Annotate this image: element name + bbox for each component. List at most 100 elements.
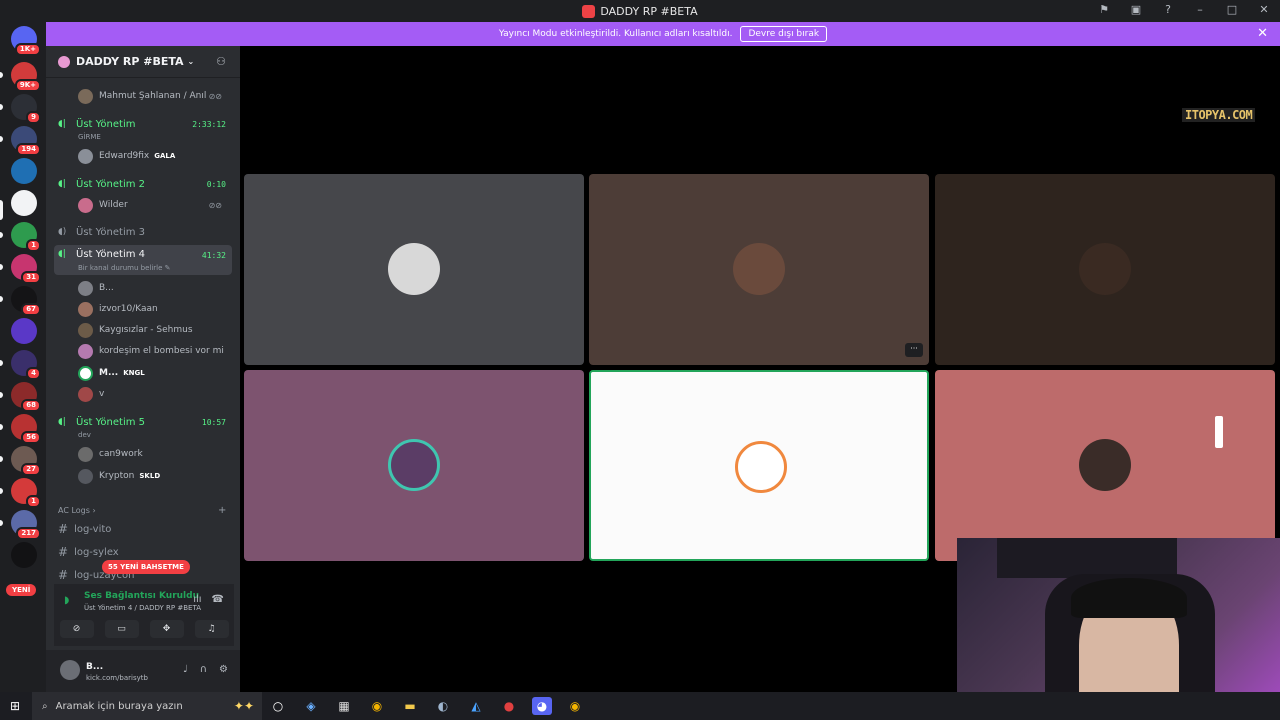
itopya-watermark: ITOPYA.COM [1182, 108, 1256, 122]
unread-pip [0, 392, 3, 398]
window-title-bar: DADDY RP #BETA ⚑ ▣ ? – □ ✕ [0, 0, 1280, 22]
avatar[interactable] [60, 660, 80, 680]
server-icon[interactable]: 4 [11, 350, 41, 380]
server-icon[interactable]: 217 [11, 510, 41, 540]
server-icon[interactable] [11, 318, 37, 344]
minimize-button[interactable]: – [1192, 3, 1208, 16]
hash-icon: # [58, 522, 69, 536]
voice-user[interactable]: Krypton SKLD [78, 467, 228, 485]
text-channel-name: log-vito [74, 523, 112, 535]
server-icon[interactable]: 31 [11, 254, 41, 284]
voice-user-name: Krypton [99, 471, 135, 481]
soundboard-button[interactable]: ♫ [194, 620, 229, 638]
noise-suppression-icon[interactable]: ılı [193, 594, 201, 605]
voice-user[interactable]: v [78, 385, 228, 403]
text-channel[interactable]: # log-sylex [58, 545, 119, 559]
chrome-icon[interactable]: ◉ [367, 697, 387, 715]
server-icon[interactable] [11, 542, 37, 568]
voice-user[interactable]: B... [78, 279, 228, 297]
voice-user[interactable]: Wilder ⊘⊘ [78, 196, 228, 214]
discord-icon[interactable]: ◕ [532, 697, 552, 715]
voice-user[interactable]: can9work [78, 445, 228, 463]
help-icon[interactable]: ? [1160, 3, 1176, 16]
voice-channel-ust-yonetim-3[interactable]: ◖) Üst Yönetim 3 [54, 222, 232, 242]
server-icon[interactable]: 9 [11, 94, 41, 124]
activities-button[interactable]: ✥ [149, 620, 184, 638]
close-banner-icon[interactable]: ✕ [1257, 26, 1268, 41]
participant-tile-speaking[interactable] [589, 370, 929, 561]
server-icon[interactable]: 68 [11, 382, 41, 412]
new-servers-pill[interactable]: YENİ [6, 584, 37, 596]
category-ac-logs[interactable]: AC Logs › + [58, 505, 226, 516]
server-icon[interactable]: 9K+ [11, 62, 41, 92]
voice-user[interactable]: Mahmut Şahlanan / Anıl ⊘⊘ [78, 87, 228, 105]
home-icon[interactable]: 1K+ [11, 26, 41, 56]
user-tag: SKLD [139, 472, 161, 480]
server-icon[interactable]: 56 [11, 414, 41, 444]
server-name: DADDY RP #BETA [76, 55, 184, 68]
voice-user-speaking[interactable]: M... KNGL [78, 364, 228, 382]
voice-user[interactable]: kordeşim el bombesi vor mi [78, 342, 228, 360]
participant-tile[interactable] [935, 174, 1275, 365]
windows-start-icon[interactable]: ⊞ [10, 699, 20, 713]
screen-icon[interactable]: ▣ [1128, 3, 1144, 16]
inbox-icon[interactable]: ⚑ [1096, 3, 1112, 16]
create-channel-icon[interactable]: + [218, 505, 226, 516]
unread-pip [0, 520, 3, 526]
rockstar-icon[interactable]: ● [499, 697, 519, 715]
text-channel-name: log-sylex [74, 546, 119, 558]
server-badge: 31 [21, 271, 41, 284]
headphones-icon[interactable]: ∩ [200, 664, 207, 675]
voice-channel-ust-yonetim-2[interactable]: ◖| Üst Yönetim 2 0:10 [54, 174, 232, 194]
voice-user-name: B... [99, 283, 114, 293]
text-channel[interactable]: # log-vito [58, 522, 111, 536]
settings-gear-icon[interactable]: ⚙ [219, 664, 228, 675]
steam-icon[interactable]: ◐ [433, 697, 453, 715]
avatar [733, 243, 785, 295]
screen-share-button[interactable]: ▭ [104, 620, 139, 638]
task-view-icon[interactable]: ○ [268, 697, 288, 715]
more-options-button[interactable]: ··· [905, 343, 923, 357]
vpn-icon[interactable]: ◈ [301, 697, 321, 715]
microphone-icon[interactable]: ♩ [183, 664, 188, 675]
mentions-pill[interactable]: 55 YENİ BAHSETME [102, 560, 190, 574]
camera-button[interactable]: ⊘ [59, 620, 94, 638]
close-window-button[interactable]: ✕ [1256, 3, 1272, 16]
app-icon[interactable]: ◭ [466, 697, 486, 715]
server-icon[interactable]: 67 [11, 286, 41, 316]
participant-tile[interactable] [244, 370, 584, 561]
taskbar-search[interactable]: ⌕ Aramak için buraya yazın ✦✦ [32, 692, 262, 720]
voice-channel-ust-yonetim[interactable]: ◖| Üst Yönetim 2:33:12 [54, 114, 232, 134]
participant-tile[interactable]: ··· [589, 174, 929, 365]
server-icon[interactable]: 1 [11, 222, 41, 252]
chrome-icon[interactable]: ◉ [565, 697, 585, 715]
server-icon[interactable] [11, 158, 37, 184]
voice-channel-status[interactable]: Bir kanal durumu belirle ✎ [78, 264, 171, 272]
participant-tile[interactable] [244, 174, 584, 365]
server-header[interactable]: DADDY RP #BETA ⌄ ⚇ [46, 46, 240, 78]
server-icon-daddy-rp[interactable] [11, 190, 37, 216]
disconnect-icon[interactable]: ☎ [212, 594, 224, 605]
maximize-button[interactable]: □ [1224, 3, 1240, 16]
disable-streamer-mode-button[interactable]: Devre dışı bırak [740, 26, 828, 42]
voice-user[interactable]: izvor10/Kaan [78, 300, 228, 318]
server-badge: 68 [21, 399, 41, 412]
unread-pip [0, 104, 3, 110]
voice-user-name: kordeşim el bombesi vor mi [99, 346, 224, 356]
voice-status-title[interactable]: Ses Bağlantısı Kuruldu [84, 591, 199, 601]
taskbar-search-placeholder: Aramak için buraya yazın [55, 700, 183, 712]
avatar [78, 343, 93, 359]
server-icon[interactable]: 27 [11, 446, 41, 476]
voice-user[interactable]: Kaygısızlar - Sehmus [78, 321, 228, 339]
store-icon[interactable]: ▦ [334, 697, 354, 715]
server-badge: 1 [26, 239, 41, 252]
signal-icon[interactable]: ◗ [64, 595, 69, 606]
participant-tile[interactable] [935, 370, 1275, 561]
server-icon[interactable]: 1 [11, 478, 41, 508]
file-explorer-icon[interactable]: ▬ [400, 697, 420, 715]
server-icon[interactable]: 194 [11, 126, 41, 156]
voice-channel-ust-yonetim-5[interactable]: ◖| Üst Yönetim 5 10:57 [54, 412, 232, 432]
unread-pip [0, 488, 3, 494]
voice-user[interactable]: Edward9fix GALA [78, 147, 228, 165]
invite-people-icon[interactable]: ⚇ [216, 55, 226, 68]
